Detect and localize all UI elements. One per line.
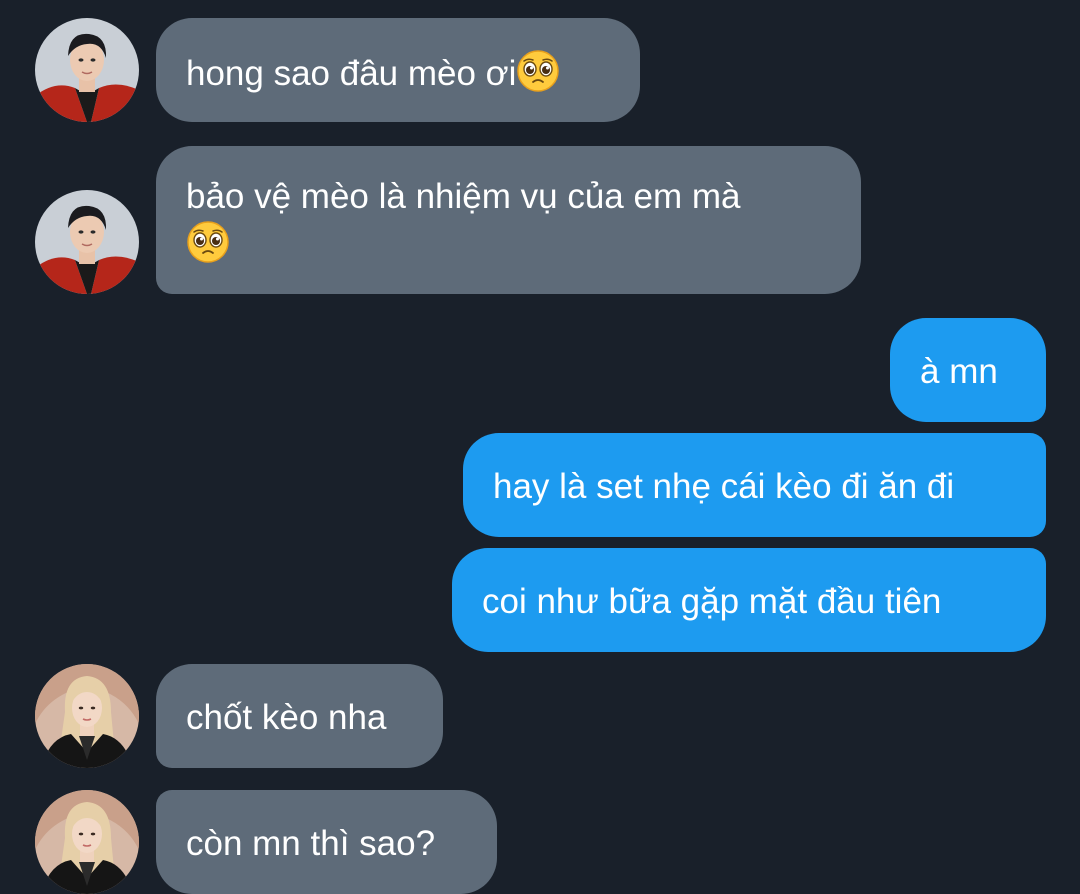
avatar-boy-red-jacket-image xyxy=(35,190,139,294)
message-text: coi như bữa gặp mặt đầu tiên xyxy=(482,582,942,621)
message-row: bảo vệ mèo là nhiệm vụ của em mà xyxy=(0,146,1080,294)
message-row: coi như bữa gặp mặt đầu tiên xyxy=(0,548,1080,652)
avatar[interactable] xyxy=(35,18,139,122)
avatar[interactable] xyxy=(35,190,139,294)
avatar[interactable] xyxy=(35,664,139,768)
pleading-face-emoji-icon xyxy=(186,220,230,264)
message-bubble[interactable]: chốt kèo nha xyxy=(156,664,443,768)
message-row: còn mn thì sao? xyxy=(0,790,1080,894)
avatar-boy-red-jacket-image xyxy=(35,18,139,122)
message-bubble[interactable]: hong sao đâu mèo ơi xyxy=(156,18,640,122)
message-row: hay là set nhẹ cái kèo đi ăn đi xyxy=(0,433,1080,537)
avatar[interactable] xyxy=(35,790,139,894)
message-bubble[interactable]: hay là set nhẹ cái kèo đi ăn đi xyxy=(463,433,1046,537)
avatar-blonde-black-blazer-image xyxy=(35,664,139,768)
message-bubble[interactable]: bảo vệ mèo là nhiệm vụ của em mà xyxy=(156,146,861,294)
message-bubble[interactable]: còn mn thì sao? xyxy=(156,790,497,894)
message-row: chốt kèo nha xyxy=(0,664,1080,768)
message-text: còn mn thì sao? xyxy=(186,824,436,863)
message-text: hong sao đâu mèo ơi xyxy=(186,54,517,93)
message-text: hay là set nhẹ cái kèo đi ăn đi xyxy=(493,467,955,506)
message-text: bảo vệ mèo là nhiệm vụ của em mà xyxy=(186,177,741,216)
pleading-face-emoji-icon xyxy=(516,49,560,93)
message-row: hong sao đâu mèo ơi xyxy=(0,18,1080,122)
avatar-blonde-black-blazer-image xyxy=(35,790,139,894)
chat-thread: hong sao đâu mèo ơi bảo vệ mèo là nhiệm … xyxy=(0,0,1080,894)
message-text: chốt kèo nha xyxy=(186,698,387,737)
message-bubble[interactable]: à mn xyxy=(890,318,1046,422)
message-row: à mn xyxy=(0,318,1080,422)
message-text: à mn xyxy=(920,352,998,391)
message-bubble[interactable]: coi như bữa gặp mặt đầu tiên xyxy=(452,548,1046,652)
